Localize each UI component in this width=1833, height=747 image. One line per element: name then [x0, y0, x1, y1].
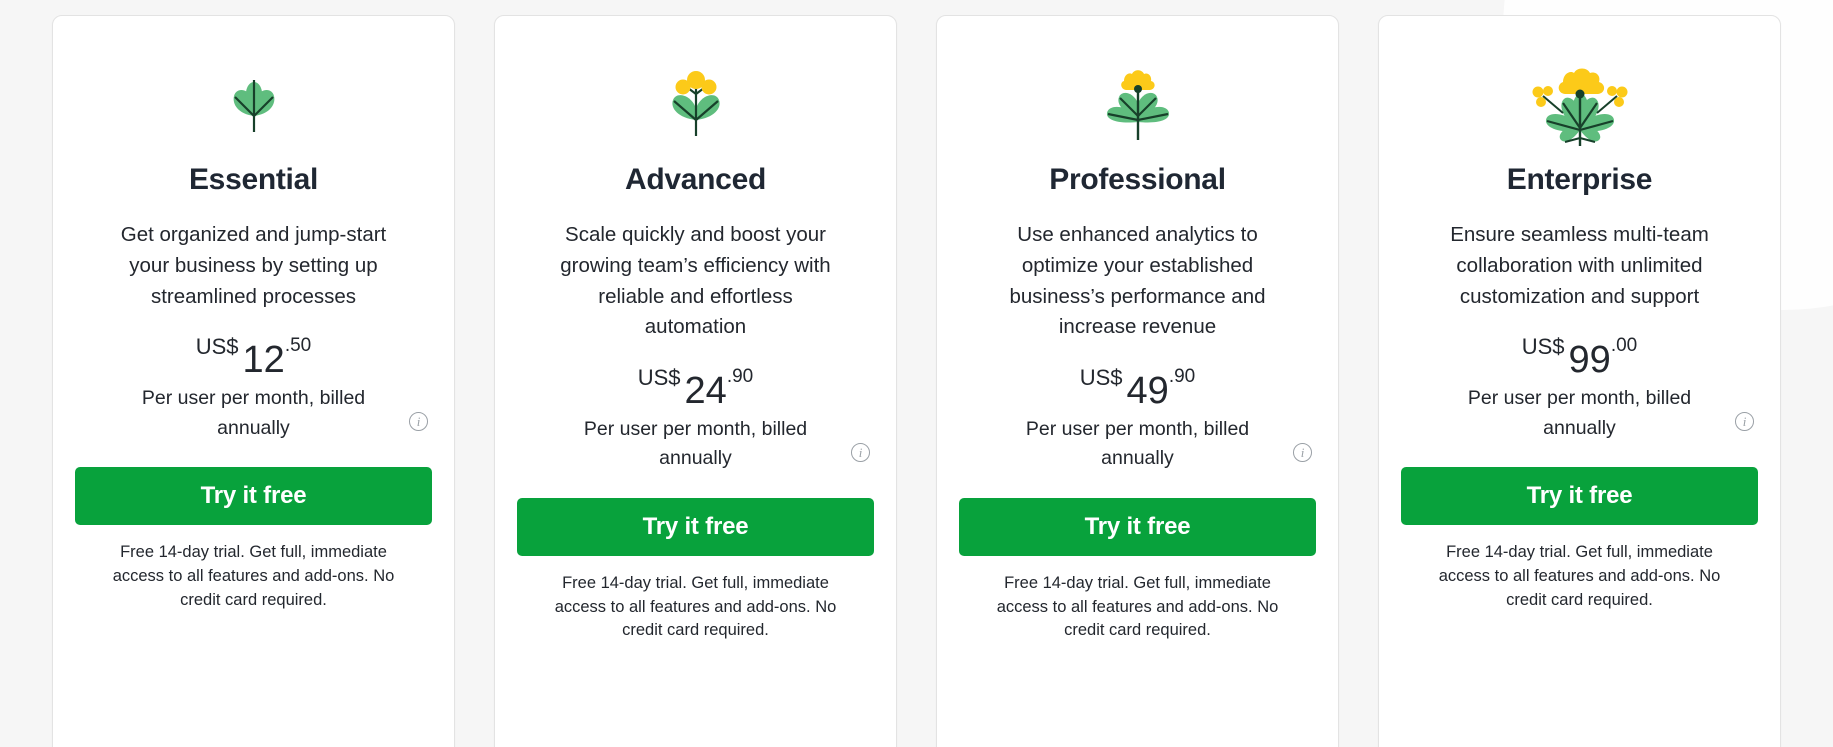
- three-leaf-sprout-icon: [206, 50, 302, 154]
- plan-description: Ensure seamless multi-team collaboration…: [1450, 223, 1709, 308]
- plan-card-essential[interactable]: Essential Get organized and jump-start y…: [52, 15, 455, 747]
- price-decimal: .50: [284, 335, 312, 357]
- plan-name: Essential: [188, 163, 319, 196]
- blooming-flower-four-leaf-icon: [1090, 50, 1186, 154]
- price-note: Per user per month, billed annually: [1025, 418, 1250, 470]
- plan-name: Advanced: [625, 163, 766, 196]
- price-block: US$ 99 .00 Per user per month, billed an…: [1401, 334, 1758, 443]
- plan-description: Use enhanced analytics to optimize your …: [1009, 223, 1266, 339]
- try-it-free-button[interactable]: Try it free: [1401, 466, 1758, 525]
- price-row: US$ 12 .50: [195, 334, 312, 382]
- try-it-free-button[interactable]: Try it free: [517, 497, 874, 556]
- price-integer: 99: [1568, 339, 1611, 382]
- fine-print: Free 14-day trial. Get full, immediate a…: [1438, 542, 1721, 609]
- plan-card-professional[interactable]: Professional Use enhanced analytics to o…: [936, 15, 1339, 747]
- price-block: US$ 24 .90 Per user per month, billed an…: [517, 365, 874, 474]
- plan-description: Get organized and jump-start your busine…: [120, 223, 387, 308]
- fine-print: Free 14-day trial. Get full, immediate a…: [554, 573, 837, 640]
- info-icon[interactable]: i: [409, 411, 428, 431]
- price-integer: 49: [1126, 370, 1169, 412]
- try-it-free-button[interactable]: Try it free: [959, 497, 1316, 556]
- plan-card-advanced[interactable]: Advanced Scale quickly and boost your gr…: [494, 15, 897, 747]
- fine-print: Free 14-day trial. Get full, immediate a…: [112, 542, 395, 609]
- price-note: Per user per month, billed annually: [583, 418, 808, 470]
- plan-name: Professional: [1049, 163, 1226, 196]
- price-currency: US$: [195, 334, 239, 360]
- price-block: US$ 12 .50 Per user per month, billed an…: [75, 334, 432, 443]
- plan-description: Scale quickly and boost your growing tea…: [560, 223, 831, 339]
- price-block: US$ 49 .90 Per user per month, billed an…: [959, 365, 1316, 474]
- price-note: Per user per month, billed annually: [1467, 387, 1692, 439]
- price-note: Per user per month, billed annually: [141, 387, 366, 439]
- price-row: US$ 49 .90: [1079, 365, 1196, 412]
- pricing-plans-grid: Essential Get organized and jump-start y…: [0, 0, 1833, 747]
- plan-name: Enterprise: [1506, 163, 1653, 196]
- price-decimal: .90: [726, 366, 754, 387]
- price-row: US$ 99 .00: [1521, 334, 1638, 382]
- price-integer: 12: [242, 339, 285, 382]
- info-icon[interactable]: i: [851, 442, 870, 462]
- price-currency: US$: [637, 365, 681, 390]
- plan-card-enterprise[interactable]: Enterprise Ensure seamless multi-team co…: [1378, 15, 1781, 747]
- price-integer: 24: [684, 370, 727, 412]
- fine-print: Free 14-day trial. Get full, immediate a…: [996, 573, 1279, 640]
- price-decimal: .00: [1610, 335, 1638, 357]
- price-row: US$ 24 .90: [637, 365, 754, 412]
- info-icon[interactable]: i: [1293, 442, 1312, 462]
- full-bloom-bouquet-icon: [1525, 50, 1635, 154]
- budding-flower-two-leaf-icon: [648, 50, 744, 154]
- price-decimal: .90: [1168, 366, 1196, 387]
- try-it-free-button[interactable]: Try it free: [75, 466, 432, 525]
- price-currency: US$: [1079, 365, 1123, 390]
- price-currency: US$: [1521, 334, 1565, 360]
- info-icon[interactable]: i: [1735, 411, 1754, 431]
